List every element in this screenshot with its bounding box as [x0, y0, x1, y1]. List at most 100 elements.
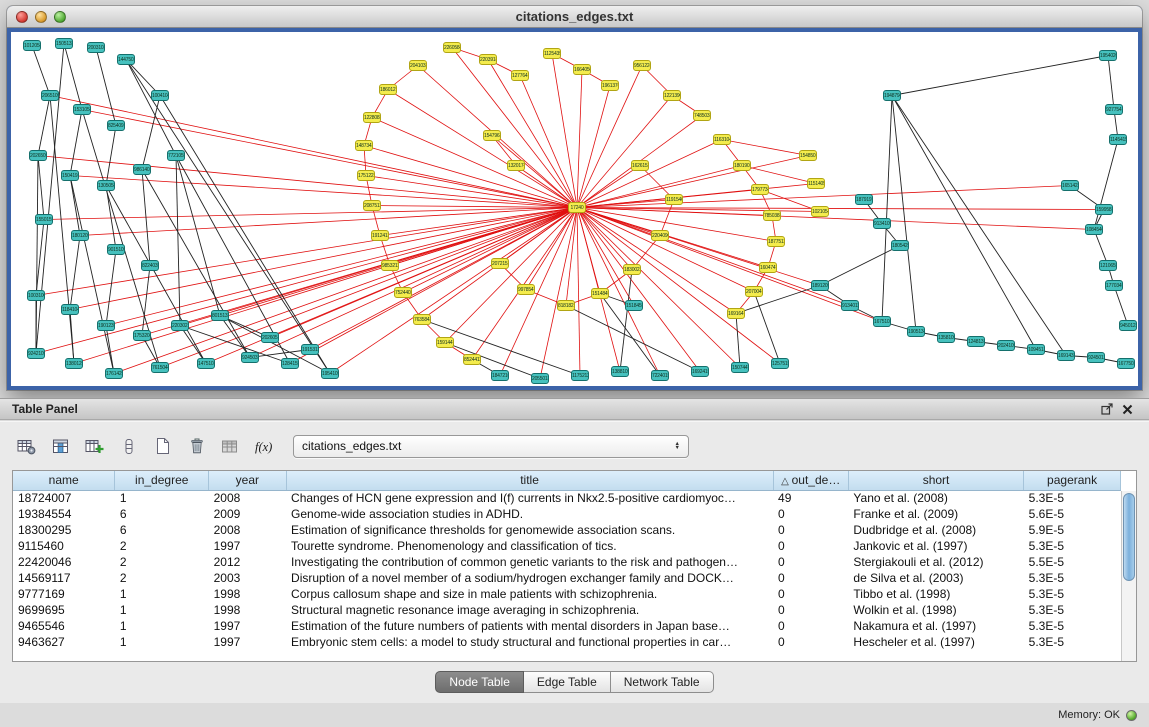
graph-node[interactable]: 1954105 — [321, 368, 339, 379]
column-header-out_de[interactable]: △ out_de… — [773, 471, 848, 490]
graph-node[interactable]: 7615044 — [151, 362, 169, 373]
graph-node[interactable]: 1145415 — [1109, 134, 1127, 145]
graph-node[interactable]: 1277641 — [511, 70, 529, 81]
graph-node[interactable]: 1475103 — [197, 358, 215, 369]
graph-node[interactable]: 1447502 — [117, 54, 135, 65]
graph-node[interactable]: 1358105 — [937, 332, 955, 343]
graph-node[interactable]: 1175212 — [571, 370, 589, 381]
graph-node[interactable]: 9134011 — [841, 300, 859, 311]
column-header-short[interactable]: short — [848, 471, 1023, 490]
graph-node[interactable]: 1675102 — [873, 316, 891, 327]
graph-node[interactable]: 2024105 — [997, 340, 1015, 351]
graph-node[interactable]: 1604747 — [759, 262, 777, 273]
graph-node[interactable]: 2072151 — [491, 258, 509, 269]
window-titlebar[interactable]: citations_edges.txt — [7, 6, 1142, 28]
minimize-window-icon[interactable] — [35, 11, 47, 23]
graph-node[interactable]: 9134105 — [873, 218, 891, 229]
graph-node[interactable]: 1191546 — [665, 194, 683, 205]
graph-node[interactable]: 1651422 — [1061, 180, 1079, 191]
graph-node[interactable]: 9277541 — [1105, 104, 1123, 115]
graph-node[interactable]: 9561224 — [633, 60, 651, 71]
graph-node[interactable]: 9242105 — [27, 348, 45, 359]
graph-node[interactable]: 1797734 — [751, 184, 769, 195]
graph-node[interactable]: 2204090 — [651, 230, 669, 241]
graph-node[interactable]: 1514845 — [591, 288, 609, 299]
float-panel-icon[interactable] — [1097, 403, 1118, 415]
graph-node[interactable]: 1248131 — [967, 336, 985, 347]
show-column-icon[interactable] — [46, 433, 75, 460]
table-row[interactable]: 911546021997Tourette syndrome. Phenomeno… — [13, 538, 1121, 554]
graph-node[interactable]: 8224035 — [141, 260, 159, 271]
graph-node[interactable]: 1751222 — [357, 170, 375, 181]
graph-node[interactable]: 1830022 — [623, 264, 641, 275]
graph-node[interactable]: 1184104 — [61, 304, 79, 315]
graph-node[interactable]: 1320174 — [507, 160, 525, 171]
graph-node[interactable]: 1770345 — [1105, 280, 1123, 291]
graph-node[interactable]: 1228083 — [363, 112, 381, 123]
table-row[interactable]: 977716911998Corpus callosum shape and si… — [13, 586, 1121, 602]
graph-node[interactable]: 1012058 — [23, 40, 41, 51]
graph-node[interactable]: 1388105 — [611, 366, 629, 377]
graph-node[interactable]: 1912413 — [371, 230, 389, 241]
graph-node[interactable]: 1905134 — [907, 326, 925, 337]
scrollbar-thumb[interactable] — [1123, 493, 1135, 581]
delete-table-icon[interactable] — [182, 433, 211, 460]
graph-node[interactable]: 1801902 — [733, 160, 751, 171]
graph-node[interactable]: 1599581 — [1095, 204, 1113, 215]
graph-node[interactable]: 1761425 — [105, 368, 123, 379]
graph-node[interactable]: 2026051 — [261, 332, 279, 343]
column-header-year[interactable]: year — [209, 471, 286, 490]
new-table-icon[interactable] — [148, 433, 177, 460]
table-row[interactable]: 1830029562008Estimation of significance … — [13, 522, 1121, 538]
network-canvas[interactable]: 1724020410331860127122808314873421751222… — [11, 32, 1138, 386]
graph-node[interactable]: 1591447 — [436, 337, 454, 348]
column-header-pagerank[interactable]: pagerank — [1024, 471, 1121, 490]
zoom-window-icon[interactable] — [54, 11, 66, 23]
close-panel-icon[interactable] — [1118, 404, 1137, 415]
graph-node[interactable]: 2003103 — [87, 42, 105, 53]
graph-node[interactable]: 1505132 — [55, 38, 73, 49]
column-header-in_degree[interactable]: in_degree — [115, 471, 209, 490]
close-window-icon[interactable] — [16, 11, 28, 23]
graph-node[interactable]: 8181821 — [557, 300, 575, 311]
graph-node[interactable]: 1021054 — [811, 206, 829, 217]
graph-node[interactable]: 1305058 — [97, 180, 115, 191]
graph-node[interactable]: 1094513 — [1027, 344, 1045, 355]
table-mode-icon[interactable] — [12, 433, 41, 460]
graph-node[interactable]: 1879197 — [855, 194, 873, 205]
graph-node[interactable]: 17240 — [568, 202, 586, 213]
graph-node[interactable]: 2065105 — [41, 90, 59, 101]
graph-node[interactable]: 1915312 — [301, 344, 319, 355]
column-header-name[interactable]: name — [13, 471, 115, 490]
graph-node[interactable]: 2203021 — [171, 320, 189, 331]
graph-node[interactable]: 1847210 — [491, 370, 509, 381]
row-selector-icon[interactable] — [114, 433, 143, 460]
graph-node[interactable]: 1004104 — [151, 90, 169, 101]
tab-edge-table[interactable]: Edge Table — [524, 671, 611, 693]
graph-node[interactable]: 8254091 — [107, 120, 125, 131]
graph-node[interactable]: 9450122 — [1119, 320, 1137, 331]
graph-node[interactable]: 1801205 — [71, 230, 89, 241]
graph-node[interactable]: 1891205 — [811, 280, 829, 291]
graph-node[interactable]: 7224015 — [651, 370, 669, 381]
graph-node[interactable]: 1531058 — [73, 104, 91, 115]
graph-node[interactable]: 1504191 — [61, 170, 79, 181]
graph-node[interactable]: 1805425 — [891, 240, 909, 251]
graph-node[interactable]: 1125439 — [543, 48, 561, 59]
graph-node[interactable]: 1860127 — [379, 84, 397, 95]
column-header-title[interactable]: title — [286, 471, 773, 490]
graph-node[interactable]: 2087511 — [363, 200, 381, 211]
create-column-icon[interactable] — [80, 433, 109, 460]
graph-node[interactable]: 2260584 — [443, 42, 461, 53]
graph-node[interactable]: 1753208 — [133, 330, 151, 341]
table-row[interactable]: 2242004622012Investigating the contribut… — [13, 554, 1121, 570]
graph-node[interactable]: 1961376 — [601, 80, 619, 91]
function-builder-icon[interactable]: f(x) — [250, 433, 279, 460]
graph-node[interactable]: 1163104 — [713, 134, 731, 145]
graph-node[interactable]: 7485033 — [693, 110, 711, 121]
graph-node[interactable]: 1221390 — [663, 90, 681, 101]
graph-node[interactable]: 1003100 — [27, 290, 45, 301]
graph-node[interactable]: 1548501 — [799, 150, 817, 161]
graph-node[interactable]: 1084540 — [1085, 224, 1103, 235]
graph-node[interactable]: 8015132 — [211, 310, 229, 321]
